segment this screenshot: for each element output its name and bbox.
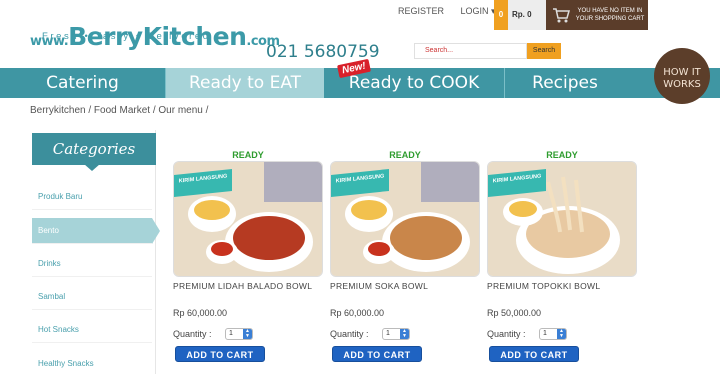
logo-tagline: Fresh • Tasty • Delivered (42, 31, 211, 42)
select-arrow-icon: ▲ ▼ (243, 329, 252, 339)
register-link[interactable]: REGISTER (398, 6, 444, 16)
shopping-cart-icon (552, 6, 570, 24)
categories-heading: Categories (32, 133, 156, 171)
product-name[interactable]: PREMIUM SOKA BOWL (330, 281, 428, 291)
select-arrow-icon: ▲ ▼ (557, 329, 566, 339)
quantity-select[interactable]: 1 ▲ ▼ (382, 328, 410, 340)
nav-recipes[interactable]: Recipes (505, 68, 625, 98)
sidebar-item-bento[interactable]: Bento (32, 218, 160, 244)
how-it-works-line2: WORKS (663, 79, 701, 90)
product-price: Rp 50,000.00 (487, 308, 542, 318)
product-name[interactable]: PREMIUM LIDAH BALADO BOWL (173, 281, 312, 291)
login-link[interactable]: LOGIN ▾ (461, 6, 496, 16)
ready-badge: READY (389, 150, 421, 160)
ready-badge: READY (546, 150, 578, 160)
add-to-cart-button[interactable]: ADD TO CART (175, 346, 265, 362)
product-price: Rp 60,000.00 (330, 308, 385, 318)
sidebar-item-healthy-snacks[interactable]: Healthy Snacks (32, 351, 152, 374)
product-image[interactable]: KIRIM LANGSUNG (330, 161, 480, 277)
add-to-cart-button[interactable]: ADD TO CART (489, 346, 579, 362)
quantity-select[interactable]: 1 ▲ ▼ (225, 328, 253, 340)
quantity-select[interactable]: 1 ▲ ▼ (539, 328, 567, 340)
sidebar-item-produk-baru[interactable]: Produk Baru (32, 184, 152, 210)
category-sidebar: Categories Produk Baru Bento Drinks Samb… (30, 130, 160, 374)
quantity-label: Quantity : (173, 329, 212, 339)
shopping-cart-widget[interactable]: YOU HAVE NO ITEM IN YOUR SHOPPING CART (546, 0, 648, 30)
product-name[interactable]: PREMIUM TOPOKKI BOWL (487, 281, 600, 291)
quantity-value: 1 (543, 330, 547, 337)
product-price: Rp 60,000.00 (173, 308, 228, 318)
sidebar-item-hot-snacks[interactable]: Hot Snacks (32, 317, 152, 343)
product-card: READY KIRIM LANGSUNG PREMIUM LIDAH BALAD… (173, 150, 323, 374)
quantity-label: Quantity : (487, 329, 526, 339)
search-button[interactable]: Search (527, 43, 561, 59)
how-it-works-button[interactable]: HOW IT WORKS (654, 48, 710, 104)
sidebar-item-sambal[interactable]: Sambal (32, 284, 152, 310)
search-input[interactable]: Search... (414, 43, 527, 59)
nav-catering[interactable]: Catering (0, 68, 165, 98)
nav-ready-to-eat[interactable]: Ready to EAT (166, 68, 324, 98)
cart-count[interactable]: 0 (494, 0, 508, 30)
cart-total[interactable]: Rp. 0 (508, 0, 546, 30)
add-to-cart-button[interactable]: ADD TO CART (332, 346, 422, 362)
select-arrow-icon: ▲ ▼ (400, 329, 409, 339)
top-links: REGISTER LOGIN ▾ (398, 6, 510, 17)
how-it-works-line1: HOW IT (663, 67, 701, 78)
product-image[interactable]: KIRIM LANGSUNG (487, 161, 637, 277)
quantity-value: 1 (386, 330, 390, 337)
product-card: READY KIRIM LANGSUNG PREMIUM TOPOKKI BOW… (487, 150, 637, 374)
cart-message: YOU HAVE NO ITEM IN YOUR SHOPPING CART (575, 8, 645, 22)
product-image[interactable]: KIRIM LANGSUNG (173, 161, 323, 277)
breadcrumb[interactable]: Berrykitchen / Food Market / Our menu / (30, 105, 208, 116)
product-card: READY KIRIM LANGSUNG PREMIUM SOKA BOWL R… (330, 150, 480, 374)
quantity-label: Quantity : (330, 329, 369, 339)
ready-badge: READY (232, 150, 264, 160)
sidebar-item-drinks[interactable]: Drinks (32, 251, 152, 277)
quantity-value: 1 (229, 330, 233, 337)
